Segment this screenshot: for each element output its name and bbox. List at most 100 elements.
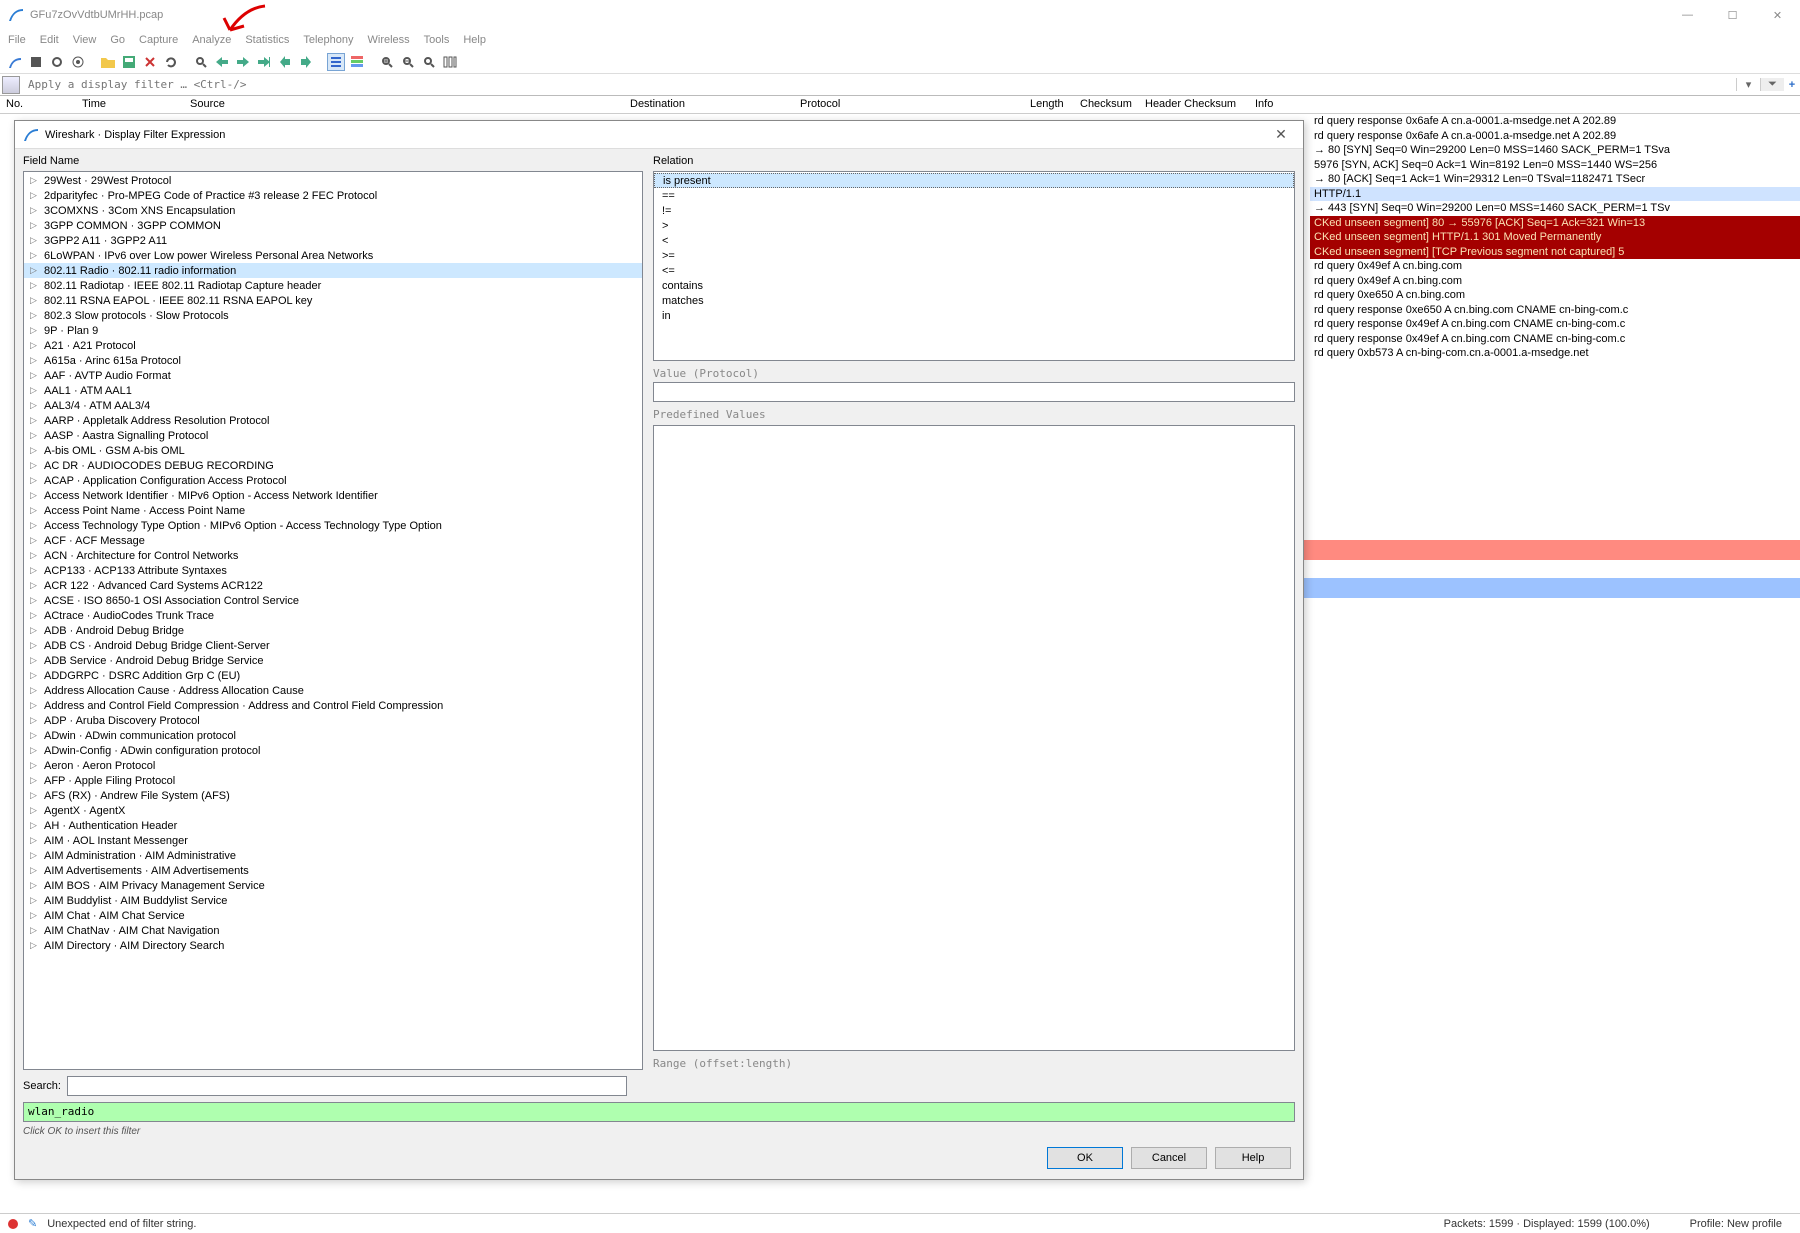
packet-row[interactable]: rd query 0xe650 A cn.bing.com xyxy=(1310,288,1800,303)
field-row[interactable]: ▷ADB CS · Android Debug Bridge Client-Se… xyxy=(24,638,642,653)
expand-icon[interactable]: ▷ xyxy=(30,535,40,546)
menu-edit[interactable]: Edit xyxy=(40,34,59,46)
menu-view[interactable]: View xyxy=(73,34,97,46)
expand-icon[interactable]: ▷ xyxy=(30,730,40,741)
tb-reload-icon[interactable] xyxy=(162,53,180,71)
expand-icon[interactable]: ▷ xyxy=(30,925,40,936)
relation-row[interactable]: <= xyxy=(654,263,1294,278)
col-info[interactable]: Info xyxy=(1255,98,1273,110)
menu-help[interactable]: Help xyxy=(463,34,486,46)
field-row[interactable]: ▷ACN · Architecture for Control Networks xyxy=(24,548,642,563)
menu-file[interactable]: File xyxy=(8,34,26,46)
ok-button[interactable]: OK xyxy=(1047,1147,1123,1169)
expand-icon[interactable]: ▷ xyxy=(30,280,40,291)
packet-row[interactable]: → 80 [SYN] Seq=0 Win=29200 Len=0 MSS=146… xyxy=(1310,143,1800,158)
tb-restart-icon[interactable] xyxy=(48,53,66,71)
expand-icon[interactable]: ▷ xyxy=(30,355,40,366)
tb-next-icon[interactable] xyxy=(234,53,252,71)
menu-telephony[interactable]: Telephony xyxy=(303,34,353,46)
packet-row[interactable]: rd query 0x49ef A cn.bing.com xyxy=(1310,274,1800,289)
menu-wireless[interactable]: Wireless xyxy=(368,34,410,46)
tb-autoscroll-icon[interactable] xyxy=(327,53,345,71)
field-row[interactable]: ▷ACtrace · AudioCodes Trunk Trace xyxy=(24,608,642,623)
expand-icon[interactable]: ▷ xyxy=(30,520,40,531)
expand-icon[interactable]: ▷ xyxy=(30,430,40,441)
packet-row[interactable]: CKed unseen segment] [TCP Previous segme… xyxy=(1310,245,1800,260)
tb-jump-icon[interactable] xyxy=(255,53,273,71)
field-row[interactable]: ▷AFS (RX) · Andrew File System (AFS) xyxy=(24,788,642,803)
expand-icon[interactable]: ▷ xyxy=(30,205,40,216)
field-row[interactable]: ▷29West · 29West Protocol xyxy=(24,173,642,188)
relation-row[interactable]: contains xyxy=(654,278,1294,293)
packet-row[interactable]: rd query 0x49ef A cn.bing.com xyxy=(1310,259,1800,274)
predefined-values-list[interactable] xyxy=(653,425,1295,1051)
expand-icon[interactable]: ▷ xyxy=(30,415,40,426)
tb-resize-cols-icon[interactable] xyxy=(441,53,459,71)
expand-icon[interactable]: ▷ xyxy=(30,295,40,306)
field-row[interactable]: ▷ADDGRPC · DSRC Addition Grp C (EU) xyxy=(24,668,642,683)
expand-icon[interactable]: ▷ xyxy=(30,670,40,681)
field-row[interactable]: ▷AARP · Appletalk Address Resolution Pro… xyxy=(24,413,642,428)
col-dest[interactable]: Destination xyxy=(630,98,685,110)
field-row[interactable]: ▷9P · Plan 9 xyxy=(24,323,642,338)
menu-statistics[interactable]: Statistics xyxy=(245,34,289,46)
field-row[interactable]: ▷ADB · Android Debug Bridge xyxy=(24,623,642,638)
expand-icon[interactable]: ▷ xyxy=(30,190,40,201)
field-row[interactable]: ▷AIM Directory · AIM Directory Search xyxy=(24,938,642,953)
field-row[interactable]: ▷ADwin-Config · ADwin configuration prot… xyxy=(24,743,642,758)
expand-icon[interactable]: ▷ xyxy=(30,505,40,516)
tb-find-icon[interactable] xyxy=(192,53,210,71)
expand-icon[interactable]: ▷ xyxy=(30,775,40,786)
field-row[interactable]: ▷ACF · ACF Message xyxy=(24,533,642,548)
field-row[interactable]: ▷AIM · AOL Instant Messenger xyxy=(24,833,642,848)
expand-icon[interactable]: ▷ xyxy=(30,685,40,696)
expand-icon[interactable]: ▷ xyxy=(30,640,40,651)
field-row[interactable]: ▷AIM BOS · AIM Privacy Management Servic… xyxy=(24,878,642,893)
expand-icon[interactable]: ▷ xyxy=(30,850,40,861)
tb-stop-icon[interactable] xyxy=(27,53,45,71)
expand-icon[interactable]: ▷ xyxy=(30,235,40,246)
field-row[interactable]: ▷ADB Service · Android Debug Bridge Serv… xyxy=(24,653,642,668)
tb-start-capture-icon[interactable] xyxy=(6,53,24,71)
expand-icon[interactable]: ▷ xyxy=(30,220,40,231)
col-no[interactable]: No. xyxy=(6,98,23,110)
expand-icon[interactable]: ▷ xyxy=(30,760,40,771)
packet-row[interactable]: HTTP/1.1 xyxy=(1310,187,1800,202)
minimize-button[interactable]: — xyxy=(1665,0,1710,30)
field-row[interactable]: ▷AIM Buddylist · AIM Buddylist Service xyxy=(24,893,642,908)
tb-close-file-icon[interactable] xyxy=(141,53,159,71)
field-row[interactable]: ▷AAL1 · ATM AAL1 xyxy=(24,383,642,398)
expand-icon[interactable]: ▷ xyxy=(30,580,40,591)
expand-icon[interactable]: ▷ xyxy=(30,895,40,906)
relation-row[interactable]: matches xyxy=(654,293,1294,308)
relation-list[interactable]: is present==!=><>=<=containsmatchesin xyxy=(653,171,1295,361)
field-row[interactable]: ▷AC DR · AUDIOCODES DEBUG RECORDING xyxy=(24,458,642,473)
field-row[interactable]: ▷ADwin · ADwin communication protocol xyxy=(24,728,642,743)
expand-icon[interactable]: ▷ xyxy=(30,625,40,636)
col-checksum[interactable]: Checksum xyxy=(1080,98,1132,110)
field-row[interactable]: ▷Address and Control Field Compression ·… xyxy=(24,698,642,713)
expand-icon[interactable]: ▷ xyxy=(30,565,40,576)
col-time[interactable]: Time xyxy=(82,98,106,110)
field-row[interactable]: ▷6LoWPAN · IPv6 over Low power Wireless … xyxy=(24,248,642,263)
field-row[interactable]: ▷ADP · Aruba Discovery Protocol xyxy=(24,713,642,728)
expand-icon[interactable]: ▷ xyxy=(30,475,40,486)
status-profile[interactable]: Profile: New profile xyxy=(1690,1218,1782,1230)
col-hchecksum[interactable]: Header Checksum xyxy=(1145,98,1236,110)
relation-row[interactable]: in xyxy=(654,308,1294,323)
tb-goto-last-icon[interactable] xyxy=(297,53,315,71)
packet-row[interactable]: rd query response 0x6afe A cn.a-0001.a-m… xyxy=(1310,129,1800,144)
field-row[interactable]: ▷802.3 Slow protocols · Slow Protocols xyxy=(24,308,642,323)
filter-add-button[interactable]: + xyxy=(1784,79,1800,91)
col-proto[interactable]: Protocol xyxy=(800,98,840,110)
close-button[interactable]: ✕ xyxy=(1755,0,1800,30)
tb-zoom-out-icon[interactable] xyxy=(399,53,417,71)
expand-icon[interactable]: ▷ xyxy=(30,865,40,876)
field-row[interactable]: ▷A21 · A21 Protocol xyxy=(24,338,642,353)
expand-icon[interactable]: ▷ xyxy=(30,550,40,561)
tb-zoom-100-icon[interactable] xyxy=(420,53,438,71)
packet-row[interactable]: 5976 [SYN, ACK] Seq=0 Ack=1 Win=8192 Len… xyxy=(1310,158,1800,173)
field-row[interactable]: ▷3GPP2 A11 · 3GPP2 A11 xyxy=(24,233,642,248)
expand-icon[interactable]: ▷ xyxy=(30,940,40,951)
expand-icon[interactable]: ▷ xyxy=(30,820,40,831)
